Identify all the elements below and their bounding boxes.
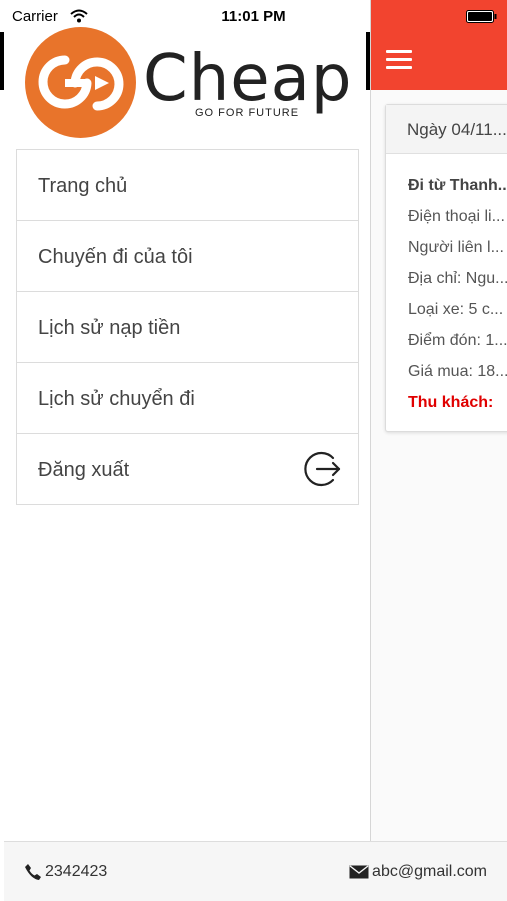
menu-item-logout[interactable]: Đăng xuất [17,434,358,505]
trip-details: Đi từ Thanh... Điện thoại li... Người li… [386,154,507,424]
trip-pickup: Điểm đón: 1... [408,332,507,349]
trip-contact: Người liên l... [408,239,504,256]
footer-email[interactable]: abc@gmail.com [349,863,487,881]
drawer-menu: Trang chủ Chuyến đi của tôi Lịch sử nạp … [16,149,359,505]
brand-name: Cheap [143,42,353,116]
menu-item-label: Trang chủ [38,175,128,197]
status-time: 11:01 PM [221,8,286,25]
envelope-icon [349,865,369,879]
menu-item-label: Chuyến đi của tôi [38,246,193,268]
trip-price: Giá mua: 18... [408,363,507,380]
menu-item-label: Lịch sử chuyển đi [38,388,195,410]
trip-address: Địa chỉ: Ngu... [408,270,507,287]
menu-item-home[interactable]: Trang chủ [17,150,358,221]
main-content-panel: Ngày 04/11... Đi từ Thanh... Điện thoại … [370,0,507,900]
phone-number: 2342423 [45,863,108,880]
trip-collect-label: Thu khách: [408,394,494,411]
logout-icon [304,451,341,487]
trip-vehicle-type: Loại xe: 5 c... [408,301,504,318]
phone-icon [25,864,41,880]
go-arrows-icon [38,55,124,111]
gocheap-logo: Cheap GO FOR FUTURE [25,27,355,139]
brand-tagline: GO FOR FUTURE [195,107,300,119]
stripe-left [0,32,4,90]
menu-item-my-trips[interactable]: Chuyến đi của tôi [17,221,358,292]
menu-item-topup-history[interactable]: Lịch sử nạp tiền [17,292,358,363]
trip-phone: Điện thoại li... [408,208,505,225]
status-bar: Carrier 11:01 PM [0,0,507,32]
hamburger-menu-icon[interactable] [386,50,412,70]
menu-item-trip-history[interactable]: Lịch sử chuyển đi [17,363,358,434]
drawer-footer: 2342423 abc@gmail.com [4,841,507,901]
side-drawer: Cheap GO FOR FUTURE Trang chủ Chuyến đi … [0,0,370,900]
trip-date: Ngày 04/11... [386,105,507,154]
battery-icon [466,10,497,23]
menu-item-label: Lịch sử nạp tiền [38,317,181,339]
footer-phone[interactable]: 2342423 [24,863,107,881]
menu-item-label: Đăng xuất [38,459,130,481]
trip-card[interactable]: Ngày 04/11... Đi từ Thanh... Điện thoại … [385,104,507,432]
email-address: abc@gmail.com [372,863,487,880]
trip-route: Đi từ Thanh... [408,177,507,194]
stripe-right [366,32,370,90]
